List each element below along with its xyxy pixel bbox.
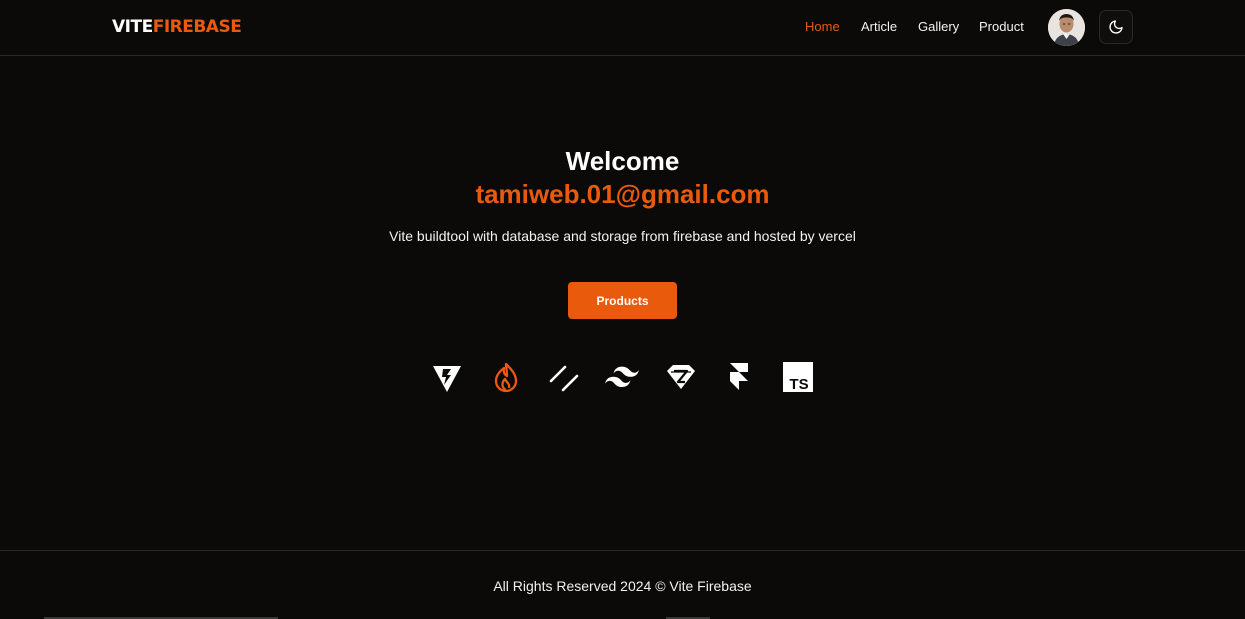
framer-icon (722, 360, 756, 394)
nav-link-product[interactable]: Product (979, 19, 1024, 34)
shadcn-icon (547, 360, 581, 394)
brand-logo-part1: VITE (112, 17, 153, 37)
moon-icon (1109, 20, 1123, 34)
nav-link-article[interactable]: Article (861, 19, 897, 34)
user-avatar[interactable] (1048, 9, 1085, 46)
nav-link-gallery[interactable]: Gallery (918, 19, 959, 34)
page-footer: All Rights Reserved 2024 © Vite Firebase (0, 550, 1245, 619)
hero-tagline: Vite buildtool with database and storage… (389, 228, 856, 244)
theme-toggle-button[interactable] (1099, 10, 1133, 44)
avatar-image (1048, 9, 1085, 46)
nav-link-home[interactable]: Home (805, 19, 840, 34)
typescript-icon: TS (781, 360, 815, 394)
products-button[interactable]: Products (568, 282, 677, 319)
top-navbar: VITEFIREBASE Home Article Gallery Produc… (0, 0, 1245, 56)
firebase-icon (489, 360, 523, 394)
brand-logo-part2: FIREBASE (152, 17, 242, 37)
tech-stack-icons: TS (0, 360, 1245, 396)
hero-title: Welcome (565, 146, 680, 176)
user-email: tamiweb.01@gmail.com (475, 179, 770, 209)
copyright-text: All Rights Reserved 2024 © Vite Firebase (493, 578, 752, 594)
vite-icon (430, 360, 464, 394)
supabase-icon (664, 360, 698, 394)
brand-logo[interactable]: VITEFIREBASE (112, 17, 242, 37)
typescript-badge: TS (789, 376, 808, 392)
tailwind-icon (605, 360, 639, 394)
